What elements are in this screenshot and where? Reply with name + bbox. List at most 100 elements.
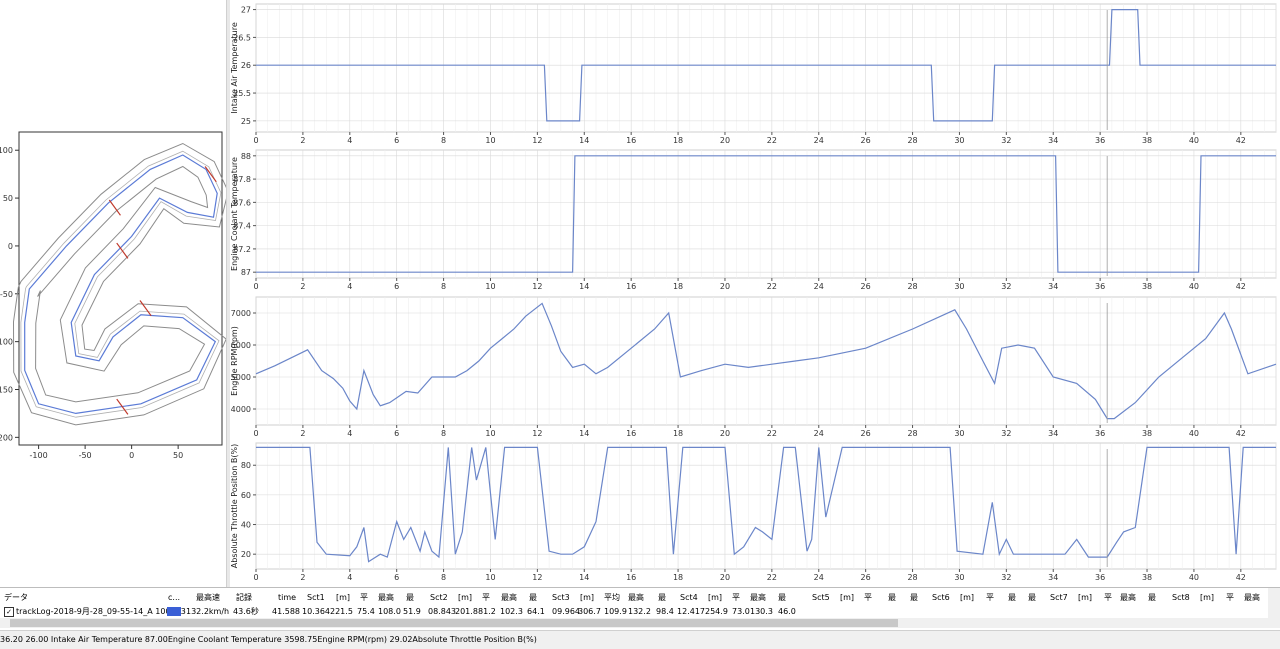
column-header[interactable]: [m] (708, 591, 722, 605)
column-header[interactable]: データ (4, 591, 28, 605)
plot-area (255, 296, 1277, 426)
column-header[interactable]: Sct4 (680, 591, 698, 605)
x-tick-label: 36 (1095, 282, 1105, 291)
column-header[interactable]: 平 (986, 591, 994, 605)
table-cell: 132.2km/h (186, 607, 230, 616)
column-header[interactable]: 最高 (378, 591, 394, 605)
map-y-tick-label: 0 (8, 242, 13, 251)
table-cell: 81.2 (478, 607, 496, 616)
x-tick-label: 12 (532, 136, 542, 145)
track-map[interactable]: -100 -50 0 50 100 50 0 -50 -100 -150 -200 (0, 0, 229, 587)
column-header[interactable]: 最 (1028, 591, 1036, 605)
table-cell: 41.588 (272, 607, 300, 616)
table-cell: 73.0 (732, 607, 750, 616)
y-tick-label: 7000 (231, 309, 251, 318)
x-tick-label: 2 (300, 136, 305, 145)
map-x-tick-label: 50 (173, 451, 183, 460)
column-header[interactable]: 最 (406, 591, 414, 605)
column-header[interactable]: 最高速 (196, 591, 220, 605)
column-header[interactable]: Sct1 (307, 591, 325, 605)
status-bar: 36.20 26.00 Intake Air Temperature 87.00… (0, 630, 1280, 649)
column-header[interactable]: [m] (1200, 591, 1214, 605)
column-header[interactable]: 最高 (750, 591, 766, 605)
column-header[interactable]: 平均 (604, 591, 620, 605)
column-header[interactable]: 最高 (1244, 591, 1260, 605)
x-tick-label: 2 (300, 282, 305, 291)
y-tick-label: 80 (241, 461, 251, 470)
x-tick-label: 14 (579, 136, 589, 145)
column-header[interactable]: time (278, 591, 296, 605)
column-header[interactable]: Sct3 (552, 591, 570, 605)
x-tick-label: 14 (579, 429, 589, 438)
x-tick-label: 34 (1048, 573, 1058, 582)
column-header[interactable]: 最 (658, 591, 666, 605)
x-tick-label: 4 (347, 136, 352, 145)
map-y-tick-label: -150 (0, 385, 13, 394)
table-cell: 09.964 (552, 607, 580, 616)
chart-panel-1: 2726.52625.5250 2 4 6 8 10 12 14 16 18 20 22 24 26 28 3… (230, 3, 1277, 145)
x-tick-label: 32 (1001, 282, 1011, 291)
column-header[interactable]: 記録 (236, 591, 252, 605)
x-tick-label: 2 (300, 573, 305, 582)
series-color-swatch[interactable] (167, 607, 181, 616)
column-header[interactable]: 最高 (1120, 591, 1136, 605)
column-header[interactable]: Sct7 (1050, 591, 1068, 605)
column-header[interactable]: 最 (888, 591, 896, 605)
column-header[interactable]: Sct5 (812, 591, 830, 605)
row-checkbox[interactable]: ✓ (4, 607, 14, 617)
column-header[interactable]: 最 (1148, 591, 1156, 605)
table-row[interactable]: ✓ trackLog-2018-9月-28_09-55-14_A 100503 13… (0, 605, 1268, 619)
scrollbar-thumb[interactable] (10, 619, 898, 627)
column-header[interactable]: Sct6 (932, 591, 950, 605)
x-tick-label: 4 (347, 429, 352, 438)
x-tick-label: 0 (253, 573, 258, 582)
x-tick-label: 22 (767, 429, 777, 438)
x-tick-label: 4 (347, 573, 352, 582)
x-tick-label: 34 (1048, 136, 1058, 145)
y-axis-label: Engine RPM(rpm) (230, 326, 239, 396)
column-header[interactable]: 最 (778, 591, 786, 605)
column-header[interactable]: 平 (732, 591, 740, 605)
x-tick-label: 30 (954, 429, 964, 438)
column-header[interactable]: 平 (1226, 591, 1234, 605)
column-header[interactable]: 最 (1008, 591, 1016, 605)
charts-canvas[interactable]: 2726.52625.5250 2 4 6 8 10 12 14 16 18 20 22 24 26 28 3… (229, 0, 1280, 587)
column-header[interactable]: [m] (580, 591, 594, 605)
x-tick-label: 10 (485, 429, 495, 438)
column-header[interactable]: [m] (336, 591, 350, 605)
table-cell: 221.5 (330, 607, 353, 616)
column-header[interactable]: [m] (458, 591, 472, 605)
x-tick-label: 20 (720, 282, 730, 291)
column-header[interactable]: Sct2 (430, 591, 448, 605)
column-header[interactable]: 最 (529, 591, 537, 605)
column-header[interactable]: 最高 (628, 591, 644, 605)
table-cell: 109.9 (604, 607, 627, 616)
column-header[interactable]: 平 (1104, 591, 1112, 605)
map-y-tick-label: -100 (0, 338, 13, 347)
lap-data-grid: データ c... 最高速 記録 time Sct1 [m] 平最高最 Sct2 [m] 平最高最 Sc… (0, 587, 1280, 649)
x-tick-label: 28 (907, 282, 917, 291)
column-header[interactable]: 平 (360, 591, 368, 605)
column-header[interactable]: 平 (482, 591, 490, 605)
column-header[interactable]: 最 (910, 591, 918, 605)
column-header[interactable]: 平 (864, 591, 872, 605)
column-header[interactable]: Sct8 (1172, 591, 1190, 605)
column-header[interactable]: c... (168, 591, 180, 605)
column-header[interactable]: [m] (840, 591, 854, 605)
x-tick-label: 6 (394, 573, 399, 582)
column-header[interactable]: 最高 (501, 591, 517, 605)
table-cell: 46.0 (778, 607, 796, 616)
chart-panel-4: 806040200 2 4 6 8 10 12 14 16 18 20 22 24 26 28 30 32 34 3… (230, 442, 1277, 582)
table-cell: 12.417 (677, 607, 705, 616)
x-tick-label: 28 (907, 573, 917, 582)
vertical-scrollbar[interactable] (1268, 588, 1280, 628)
chart-panel-3: 70006000500040000 2 4 6 8 10 12 14 16 18 20 22 24 26 2… (230, 296, 1277, 438)
y-tick-label: 60 (241, 491, 251, 500)
plot-area (255, 3, 1277, 133)
column-header[interactable]: [m] (1078, 591, 1092, 605)
x-tick-label: 18 (673, 429, 683, 438)
x-tick-label: 24 (814, 136, 824, 145)
x-tick-label: 26 (861, 136, 871, 145)
column-header[interactable]: [m] (960, 591, 974, 605)
horizontal-scrollbar[interactable] (0, 618, 1268, 628)
